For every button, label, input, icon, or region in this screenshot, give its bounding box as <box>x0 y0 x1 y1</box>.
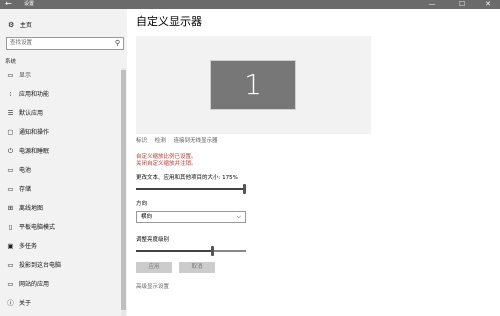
sidebar-item-label: 关于 <box>19 300 32 307</box>
page-title: 自定义显示器 <box>136 15 202 28</box>
close-icon[interactable]: ✕ <box>474 0 500 9</box>
sidebar-item[interactable]: ▭ 电池 <box>0 163 121 178</box>
orientation-select[interactable]: 横向 ⌵ <box>136 211 246 223</box>
sidebar-item[interactable]: ⊞ 离线地图 <box>0 201 121 216</box>
sidebar-item-label: 投影到这台电脑 <box>19 262 62 269</box>
sidebar-item[interactable]: ▭ 存储 <box>0 182 121 197</box>
sidebar-item-label: 存储 <box>19 186 32 193</box>
advanced-display-settings-link[interactable]: 高级显示设置 <box>136 283 169 291</box>
minimize-icon[interactable]: — <box>418 0 446 9</box>
scale-slider[interactable] <box>136 184 246 194</box>
sidebar-item-icon: ▣ <box>7 242 14 250</box>
sidebar-item[interactable]: ☰ 默认应用 <box>0 106 121 121</box>
sidebar-item-label: 平板电脑模式 <box>19 224 56 231</box>
orientation-value: 横向 <box>141 214 153 220</box>
sidebar-item-icon: ⏻ <box>7 147 14 155</box>
scrollbar-thumb[interactable] <box>121 70 126 310</box>
sidebar: ⚙ 主页 查找设置 ⚲ 系统 ▭ 显示 ⁝ 应用和功能 ☰ 默认应用 ▢ 通知和操作 ⏻ 电源和睡… <box>0 9 127 316</box>
sidebar-item[interactable]: ⁝ 应用和功能 <box>0 87 121 102</box>
display-links: 标识 检测 连接到无线显示器 <box>136 137 224 145</box>
sidebar-item[interactable]: ▯ 平板电脑模式 <box>0 220 121 235</box>
sidebar-item-label: 电池 <box>19 167 32 174</box>
connect-wireless-link[interactable]: 连接到无线显示器 <box>174 138 218 144</box>
sidebar-item-label: 默认应用 <box>19 110 44 117</box>
sidebar-item-icon: ▭ <box>7 280 14 288</box>
section-heading: 系统 <box>5 59 17 65</box>
sidebar-item-icon: ▭ <box>7 71 14 79</box>
back-icon[interactable]: ← <box>5 0 12 9</box>
sidebar-item-icon: ▭ <box>7 261 14 269</box>
home-link[interactable]: ⚙ 主页 <box>8 19 32 31</box>
sidebar-item-label: 电源和睡眠 <box>19 148 50 155</box>
gear-icon: ⚙ <box>8 21 15 29</box>
window-title: 设置 <box>24 1 35 7</box>
sidebar-item[interactable]: ▢ 通知和操作 <box>0 125 121 140</box>
scale-slider-fill <box>136 188 243 190</box>
detect-link[interactable]: 检测 <box>155 138 166 144</box>
sidebar-item-icon: ☰ <box>7 109 14 117</box>
sidebar-item[interactable]: ▭ 显示 <box>0 68 121 83</box>
sidebar-item[interactable]: ⓘ 关于 <box>0 296 121 311</box>
sidebar-item-icon: ⁝ <box>9 90 12 98</box>
sidebar-item[interactable]: ▣ 多任务 <box>0 239 121 254</box>
cancel-button[interactable]: 取消 <box>179 262 215 273</box>
search-input[interactable]: 查找设置 ⚲ <box>6 37 124 50</box>
orientation-label: 方向 <box>136 201 148 207</box>
chevron-down-icon: ⌵ <box>236 213 241 220</box>
brightness-slider-thumb[interactable] <box>211 246 214 256</box>
sidebar-item-icon: ▭ <box>7 166 14 174</box>
monitor-tile[interactable]: 1 <box>210 60 296 110</box>
display-arrangement: 1 <box>136 36 371 134</box>
sidebar-item-label: 多任务 <box>19 243 38 250</box>
sidebar-item-icon: ⓘ <box>7 299 14 307</box>
sidebar-item-icon: ▯ <box>8 223 13 231</box>
sidebar-item-label: 网站的应用 <box>19 281 50 288</box>
apply-button[interactable]: 应用 <box>136 262 172 273</box>
sidebar-item-label: 离线地图 <box>19 205 44 212</box>
brightness-slider-fill <box>136 250 211 252</box>
sidebar-item[interactable]: ▭ 网站的应用 <box>0 277 121 292</box>
sidebar-item-label: 显示 <box>19 72 32 79</box>
sidebar-item-icon: ▭ <box>7 185 14 193</box>
sidebar-item-label: 应用和功能 <box>19 91 50 98</box>
sidebar-item-label: 通知和操作 <box>19 129 50 136</box>
scale-label: 更改文本、应用和其他项目的大小: 175% <box>136 175 238 181</box>
search-icon: ⚲ <box>114 39 120 47</box>
identify-link[interactable]: 标识 <box>136 138 147 144</box>
title-bar: ← 设置 — ☐ ✕ <box>0 0 500 9</box>
home-label: 主页 <box>19 22 32 29</box>
sidebar-item[interactable]: ⏻ 电源和睡眠 <box>0 144 121 159</box>
scale-slider-thumb[interactable] <box>243 184 246 194</box>
sidebar-item-icon: ⊞ <box>7 204 14 212</box>
brightness-slider[interactable] <box>136 246 246 256</box>
search-placeholder: 查找设置 <box>10 40 33 46</box>
brightness-label: 调整亮度级别 <box>136 237 170 243</box>
sidebar-item-icon: ▢ <box>7 128 14 136</box>
maximize-icon[interactable]: ☐ <box>448 0 476 9</box>
turn-off-custom-scale-link[interactable]: 关闭自定义缩放并注销。 <box>136 160 197 168</box>
sidebar-item[interactable]: ▭ 投影到这台电脑 <box>0 258 121 273</box>
